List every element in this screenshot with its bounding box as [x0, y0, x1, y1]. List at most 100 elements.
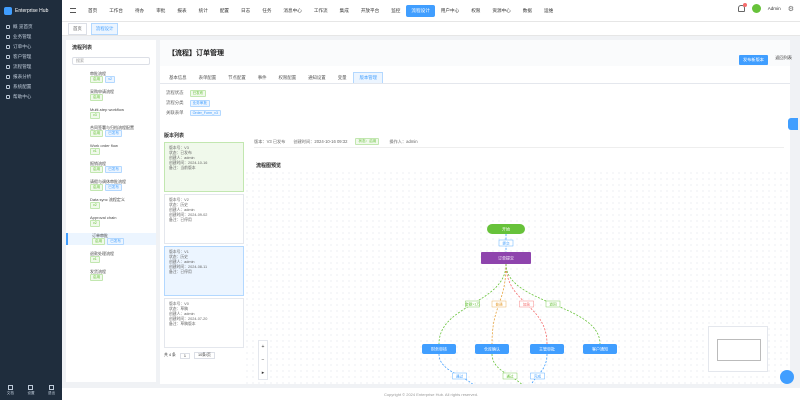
topnav-item[interactable]: 流程设计 — [406, 4, 435, 17]
topnav-item[interactable]: 权限 — [465, 8, 486, 14]
version-card[interactable]: 版本号：V1 状态：历史 创建人：admin 创建时间：2024-08-11 备注：已停… — [164, 246, 244, 296]
topnav-item[interactable]: 首页 — [82, 8, 103, 14]
status-badge: v3 — [90, 112, 100, 119]
tree-node[interactable]: Work order flow v1 — [66, 143, 156, 155]
minimap[interactable] — [708, 326, 768, 372]
tree-node[interactable]: 报销流程 启用 已发布 — [66, 161, 156, 173]
topnav-item[interactable]: 待办 — [129, 8, 150, 14]
tree-nodes: 审批流程 启用 v2 采购申请流程 启用 Multi-step workflow v3 合同签… — [66, 71, 156, 281]
hamburger-icon[interactable] — [70, 8, 76, 13]
tree-node[interactable]: 采购申请流程 启用 — [66, 89, 156, 101]
main-panel: 【流程】订单管理 基本信息 表单配置 节点配置 事件 权限配置 通知设置 变量 版本管理 流程… — [160, 40, 790, 400]
zoom-in-button[interactable]: + — [262, 344, 265, 350]
tree-node[interactable]: Multi-step workflow v3 — [66, 107, 156, 119]
tree-node[interactable]: 发货流程 启用 — [66, 269, 156, 281]
topnav-item[interactable]: 用户中心 — [435, 8, 465, 14]
sidebar-item-0[interactable]: 概 览首页 — [0, 22, 62, 32]
version-card-line: 备注：已停用 — [169, 218, 192, 222]
flow-edge[interactable] — [527, 353, 548, 399]
settings-button[interactable]: 设置 — [27, 385, 35, 396]
sidebar-item-1[interactable]: 业务管理 — [0, 32, 62, 42]
tree-node[interactable]: 退款处理流程 v1 — [66, 251, 156, 263]
sidebar-footer: 文档 设置 退出 — [0, 385, 62, 396]
subtab[interactable]: 版本管理 — [353, 72, 384, 83]
fit-view-button[interactable]: ▸ — [262, 370, 265, 376]
topnav-item[interactable]: 工作台 — [103, 8, 129, 14]
flow-meta-item: 版本：V3 已发布 — [254, 138, 286, 144]
topnav-item[interactable]: 日志 — [235, 8, 256, 14]
pager-total: 共 4 条 — [164, 353, 176, 357]
topnav-item[interactable]: 数据 — [517, 8, 538, 14]
zoom-controls: + − ▸ — [258, 340, 268, 380]
zoom-out-button[interactable]: − — [262, 357, 265, 363]
topnav-item[interactable]: 集成 — [334, 8, 355, 14]
sidebar-item-6[interactable]: 系统配置 — [0, 82, 62, 92]
info-row: 关联表单 Order_Form_v3 — [166, 108, 784, 118]
sidebar-item-5[interactable]: 报表分析 — [0, 72, 62, 82]
sidebar-item-7[interactable]: 帮助中心 — [0, 92, 62, 102]
minimap-viewport[interactable] — [717, 339, 761, 361]
sidebar-item-4[interactable]: 流程管理 — [0, 62, 62, 72]
topnav-item[interactable]: 任务 — [256, 8, 277, 14]
pager-size[interactable]: 10条/页 — [193, 352, 215, 359]
topnav-item[interactable]: 配置 — [214, 8, 235, 14]
tree-node[interactable]: Approval chain v2 — [66, 215, 156, 227]
status-badge: 已发布 — [105, 130, 122, 137]
topnav-item[interactable]: 监控 — [385, 8, 406, 14]
tree-node[interactable]: 合同签署与归档流程配置 启用 已发布 — [66, 125, 156, 137]
doc-button[interactable]: 文档 — [7, 385, 14, 396]
tab-flow-design[interactable]: 流程设计 — [90, 22, 119, 35]
flow-node-label: 客户通知 — [592, 346, 608, 352]
topnav-item[interactable]: 工作流 — [308, 8, 334, 14]
info-section: 流程状态 已发布 流程分类 业务审批 关联表单 Order_Form_v3 — [160, 84, 790, 122]
topnav-item[interactable]: 消息中心 — [277, 8, 307, 14]
flow-meta: 版本：V3 已发布 创建时间：2024-10-16 09:32 状态：启用 操作人：a… — [254, 136, 784, 148]
edge-label: 完成 — [534, 373, 542, 378]
sub-tabs: 基本信息 表单配置 节点配置 事件 权限配置 通知设置 变量 版本管理 — [160, 66, 790, 84]
info-value: 已发布 — [189, 89, 207, 97]
subtab[interactable]: 权限配置 — [274, 73, 302, 83]
bell-icon[interactable] — [737, 3, 747, 12]
version-card[interactable]: 版本号：V2 状态：历史 创建人：admin 创建时间：2024-09-02 备注：已停… — [164, 194, 244, 244]
menu-icon — [6, 55, 10, 59]
version-card[interactable]: 版本号：V0 状态：草稿 创建人：admin 创建时间：2024-07-20 备注：草稿… — [164, 298, 244, 348]
topnav-item[interactable]: 运维 — [538, 8, 559, 14]
subtab[interactable]: 表单配置 — [194, 73, 222, 83]
subtab[interactable]: 通知设置 — [303, 73, 331, 83]
topnav-item[interactable]: 报表 — [171, 8, 192, 14]
status-badge: v2 — [105, 76, 115, 83]
tree-node[interactable]: 订单审批 启用 已发布 — [66, 233, 156, 245]
flow-edge[interactable] — [438, 353, 481, 399]
pager-page[interactable]: 1 — [179, 352, 190, 359]
version-card[interactable]: 版本号：V3 状态：已发布 创建人：admin 创建时间：2024-10-16 备注：当… — [164, 142, 244, 192]
tree-node[interactable]: Data sync 流程定义 v2 — [66, 197, 156, 209]
tree-node[interactable]: 审批流程 启用 v2 — [66, 71, 156, 83]
back-button[interactable]: 返回列表 — [775, 55, 792, 61]
tree-node[interactable]: 请假与调休审批流程 启用 已发布 — [66, 179, 156, 191]
info-label: 流程分类 — [166, 100, 184, 105]
topnav-item[interactable]: 统计 — [193, 8, 214, 14]
app-logo[interactable]: Enterprise Hub — [0, 0, 62, 22]
tab-home[interactable]: 首页 — [68, 22, 87, 35]
menu-icon — [6, 25, 10, 29]
logout-button[interactable]: 退出 — [48, 385, 55, 396]
user-name[interactable]: Admin — [768, 6, 781, 11]
tree-search-input[interactable]: 搜索 — [72, 57, 150, 65]
subtab[interactable]: 变量 — [333, 73, 352, 83]
subtab[interactable]: 节点配置 — [223, 73, 251, 83]
sidebar-item-3[interactable]: 客户管理 — [0, 52, 62, 62]
topnav-item[interactable]: 资源中心 — [486, 8, 516, 14]
edge-label: 普通 — [495, 301, 503, 306]
topnav-item[interactable]: 开放平台 — [355, 8, 385, 14]
side-tool-icon[interactable] — [788, 118, 798, 130]
publish-button[interactable]: 发布新版本 — [739, 55, 768, 65]
flow-edge[interactable] — [491, 353, 529, 399]
sidebar-item-2[interactable]: 订单中心 — [0, 42, 62, 52]
avatar[interactable] — [751, 4, 761, 13]
assistant-icon[interactable] — [780, 370, 794, 384]
topnav-item[interactable]: 审批 — [150, 8, 171, 14]
subtab[interactable]: 事件 — [253, 73, 272, 83]
gear-icon[interactable]: ⚙ — [788, 5, 794, 13]
subtab[interactable]: 基本信息 — [164, 73, 192, 83]
info-row: 流程分类 业务审批 — [166, 98, 784, 108]
